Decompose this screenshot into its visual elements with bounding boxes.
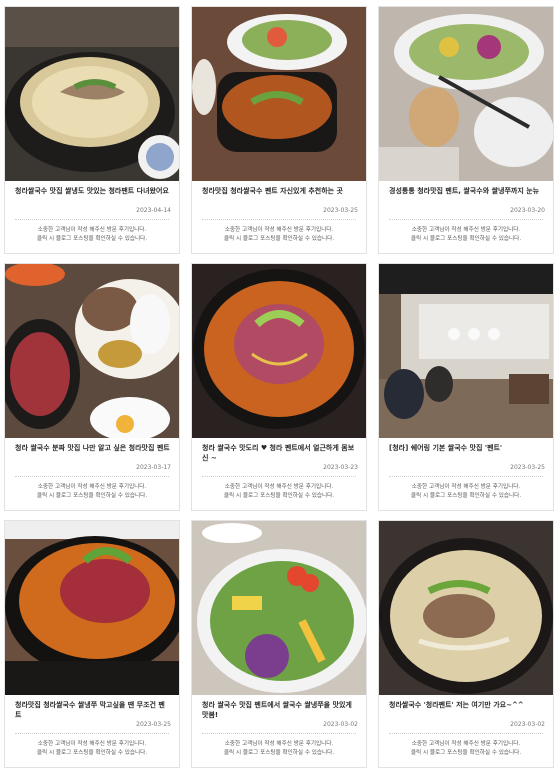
salad-roll-image	[379, 7, 553, 181]
review-photo-spicy-beef-pho[interactable]	[192, 264, 366, 438]
review-description: 소중한 고객님이 작성 해주신 방문 후기입니다. 클릭 시 블로그 포스팅을 …	[196, 483, 362, 501]
review-description: 소중한 고객님이 작성 해주신 방문 후기입니다. 클릭 시 블로그 포스팅을 …	[196, 226, 362, 244]
beef-pho-pan-image	[5, 521, 179, 695]
review-date: 2023-03-20	[510, 207, 545, 214]
review-date: 2023-03-02	[323, 721, 358, 728]
review-title[interactable]: 청라 쌀국수 맛도리 ♥ 청라 펜트에서 얼근하게 몸보신 ~	[202, 444, 358, 463]
review-description: 소중한 고객님이 작성 해주신 방문 후기입니다. 클릭 시 블로그 포스팅을 …	[196, 740, 362, 758]
description-line: 클릭 시 블로그 포스팅을 확인하실 수 있습니다.	[410, 493, 522, 499]
divider	[389, 733, 543, 734]
review-description: 소중한 고객님이 작성 해주신 방문 후기입니다. 클릭 시 블로그 포스팅을 …	[9, 483, 175, 501]
spicy-pho-image	[192, 7, 366, 181]
veggie-platter-image	[192, 521, 366, 695]
divider	[15, 476, 169, 477]
description-line: 클릭 시 블로그 포스팅을 확인하실 수 있습니다.	[223, 750, 335, 756]
brisket-pho-image	[379, 521, 553, 695]
description-line: 소중한 고객님이 작성 해주신 방문 후기입니다.	[411, 484, 521, 490]
review-card[interactable]: 청라쌀국수 맛집 쌀냉도 맛있는 청라팬트 다녀왔어요 2023-04-14 소…	[4, 6, 180, 254]
review-title[interactable]: 청라 쌀국수 맛집 펜트에서 쌀국수 쌀냉쭈을 맛있게 맛봄!	[202, 701, 358, 720]
review-card[interactable]: 청라 쌀국수 맛집 펜트에서 쌀국수 쌀냉쭈을 맛있게 맛봄! 2023-03-…	[191, 520, 367, 768]
review-card[interactable]: [청라] 쉐어링 기본 쌀국수 맛집 '펜트' 2023-03-25 소중한 고…	[378, 263, 554, 511]
divider	[202, 733, 356, 734]
review-card[interactable]: 청라 쌀국수 분짜 맛집 나만 알고 싶은 청라맛집 펜트 2023-03-17…	[4, 263, 180, 511]
review-date: 2023-03-17	[136, 464, 171, 471]
review-date: 2023-03-02	[510, 721, 545, 728]
review-photo-restaurant-interior[interactable]	[379, 264, 553, 438]
description-line: 소중한 고객님이 작성 해주신 방문 후기입니다.	[411, 741, 521, 747]
divider	[202, 476, 356, 477]
review-card[interactable]: 청라쌀국수 '청라펜트' 저는 여기만 가요~^^ 2023-03-02 소중한…	[378, 520, 554, 768]
spicy-beef-pho-image	[192, 264, 366, 438]
description-line: 클릭 시 블로그 포스팅을 확인하실 수 있습니다.	[36, 493, 148, 499]
review-title[interactable]: 경성통통 청라맛집 펜트, 쌀국수와 쌀냉쭈까지 눈뉴	[389, 187, 545, 197]
description-line: 클릭 시 블로그 포스팅을 확인하실 수 있습니다.	[410, 750, 522, 756]
description-line: 소중한 고객님이 작성 해주신 방문 후기입니다.	[224, 227, 334, 233]
review-photo-spicy-pho[interactable]	[192, 7, 366, 181]
review-date: 2023-04-14	[136, 207, 171, 214]
review-title[interactable]: 청라맛집 청라쌀국수 펜트 자신있게 추천하는 곳	[202, 187, 358, 197]
description-line: 클릭 시 블로그 포스팅을 확인하실 수 있습니다.	[410, 236, 522, 242]
restaurant-interior-image	[379, 264, 553, 438]
review-card[interactable]: 청라 쌀국수 맛도리 ♥ 청라 펜트에서 얼근하게 몸보신 ~ 2023-03-…	[191, 263, 367, 511]
review-description: 소중한 고객님이 작성 해주신 방문 후기입니다. 클릭 시 블로그 포스팅을 …	[383, 740, 549, 758]
review-date: 2023-03-25	[510, 464, 545, 471]
divider	[15, 733, 169, 734]
review-photo-pho-bowl[interactable]	[5, 7, 179, 181]
review-description: 소중한 고객님이 작성 해주신 방문 후기입니다. 클릭 시 블로그 포스팅을 …	[9, 226, 175, 244]
description-line: 클릭 시 블로그 포스팅을 확인하실 수 있습니다.	[36, 750, 148, 756]
review-photo-beef-pho-pan[interactable]	[5, 521, 179, 695]
divider	[389, 219, 543, 220]
review-date: 2023-03-23	[323, 464, 358, 471]
description-line: 소중한 고객님이 작성 해주신 방문 후기입니다.	[37, 741, 147, 747]
review-date: 2023-03-25	[136, 721, 171, 728]
review-date: 2023-03-25	[323, 207, 358, 214]
review-description: 소중한 고객님이 작성 해주신 방문 후기입니다. 클릭 시 블로그 포스팅을 …	[9, 740, 175, 758]
divider	[15, 219, 169, 220]
review-card[interactable]: 청라맛집 청라쌀국수 펜트 자신있게 추천하는 곳 2023-03-25 소중한…	[191, 6, 367, 254]
description-line: 소중한 고객님이 작성 해주신 방문 후기입니다.	[411, 227, 521, 233]
description-line: 클릭 시 블로그 포스팅을 확인하실 수 있습니다.	[223, 493, 335, 499]
review-card[interactable]: 경성통통 청라맛집 펜트, 쌀국수와 쌀냉쭈까지 눈뉴 2023-03-20 소…	[378, 6, 554, 254]
divider	[389, 476, 543, 477]
description-line: 소중한 고객님이 작성 해주신 방문 후기입니다.	[224, 741, 334, 747]
review-title[interactable]: [청라] 쉐어링 기본 쌀국수 맛집 '펜트'	[389, 444, 545, 454]
review-photo-veggie-platter[interactable]	[192, 521, 366, 695]
review-description: 소중한 고객님이 작성 해주신 방문 후기입니다. 클릭 시 블로그 포스팅을 …	[383, 226, 549, 244]
description-line: 소중한 고객님이 작성 해주신 방문 후기입니다.	[37, 227, 147, 233]
review-title[interactable]: 청라쌀국수 맛집 쌀냉도 맛있는 청라팬트 다녀왔어요	[15, 187, 171, 197]
description-line: 소중한 고객님이 작성 해주신 방문 후기입니다.	[224, 484, 334, 490]
review-description: 소중한 고객님이 작성 해주신 방문 후기입니다. 클릭 시 블로그 포스팅을 …	[383, 483, 549, 501]
bun-cha-image	[5, 264, 179, 438]
review-title[interactable]: 청라 쌀국수 분짜 맛집 나만 알고 싶은 청라맛집 펜트	[15, 444, 171, 454]
review-title[interactable]: 청라쌀국수 '청라펜트' 저는 여기만 가요~^^	[389, 701, 545, 711]
review-grid: 청라쌀국수 맛집 쌀냉도 맛있는 청라팬트 다녀왔어요 2023-04-14 소…	[4, 6, 554, 774]
description-line: 소중한 고객님이 작성 해주신 방문 후기입니다.	[37, 484, 147, 490]
review-photo-salad-roll[interactable]	[379, 7, 553, 181]
pho-bowl-image	[5, 7, 179, 181]
review-card[interactable]: 청라맛집 청라쌀국수 쌀냉쭈 막고싶을 땐 무조건 펜트 2023-03-25 …	[4, 520, 180, 768]
review-title[interactable]: 청라맛집 청라쌀국수 쌀냉쭈 막고싶을 땐 무조건 펜트	[15, 701, 171, 720]
divider	[202, 219, 356, 220]
review-photo-bun-cha[interactable]	[5, 264, 179, 438]
description-line: 클릭 시 블로그 포스팅을 확인하실 수 있습니다.	[36, 236, 148, 242]
description-line: 클릭 시 블로그 포스팅을 확인하실 수 있습니다.	[223, 236, 335, 242]
review-photo-brisket-pho[interactable]	[379, 521, 553, 695]
